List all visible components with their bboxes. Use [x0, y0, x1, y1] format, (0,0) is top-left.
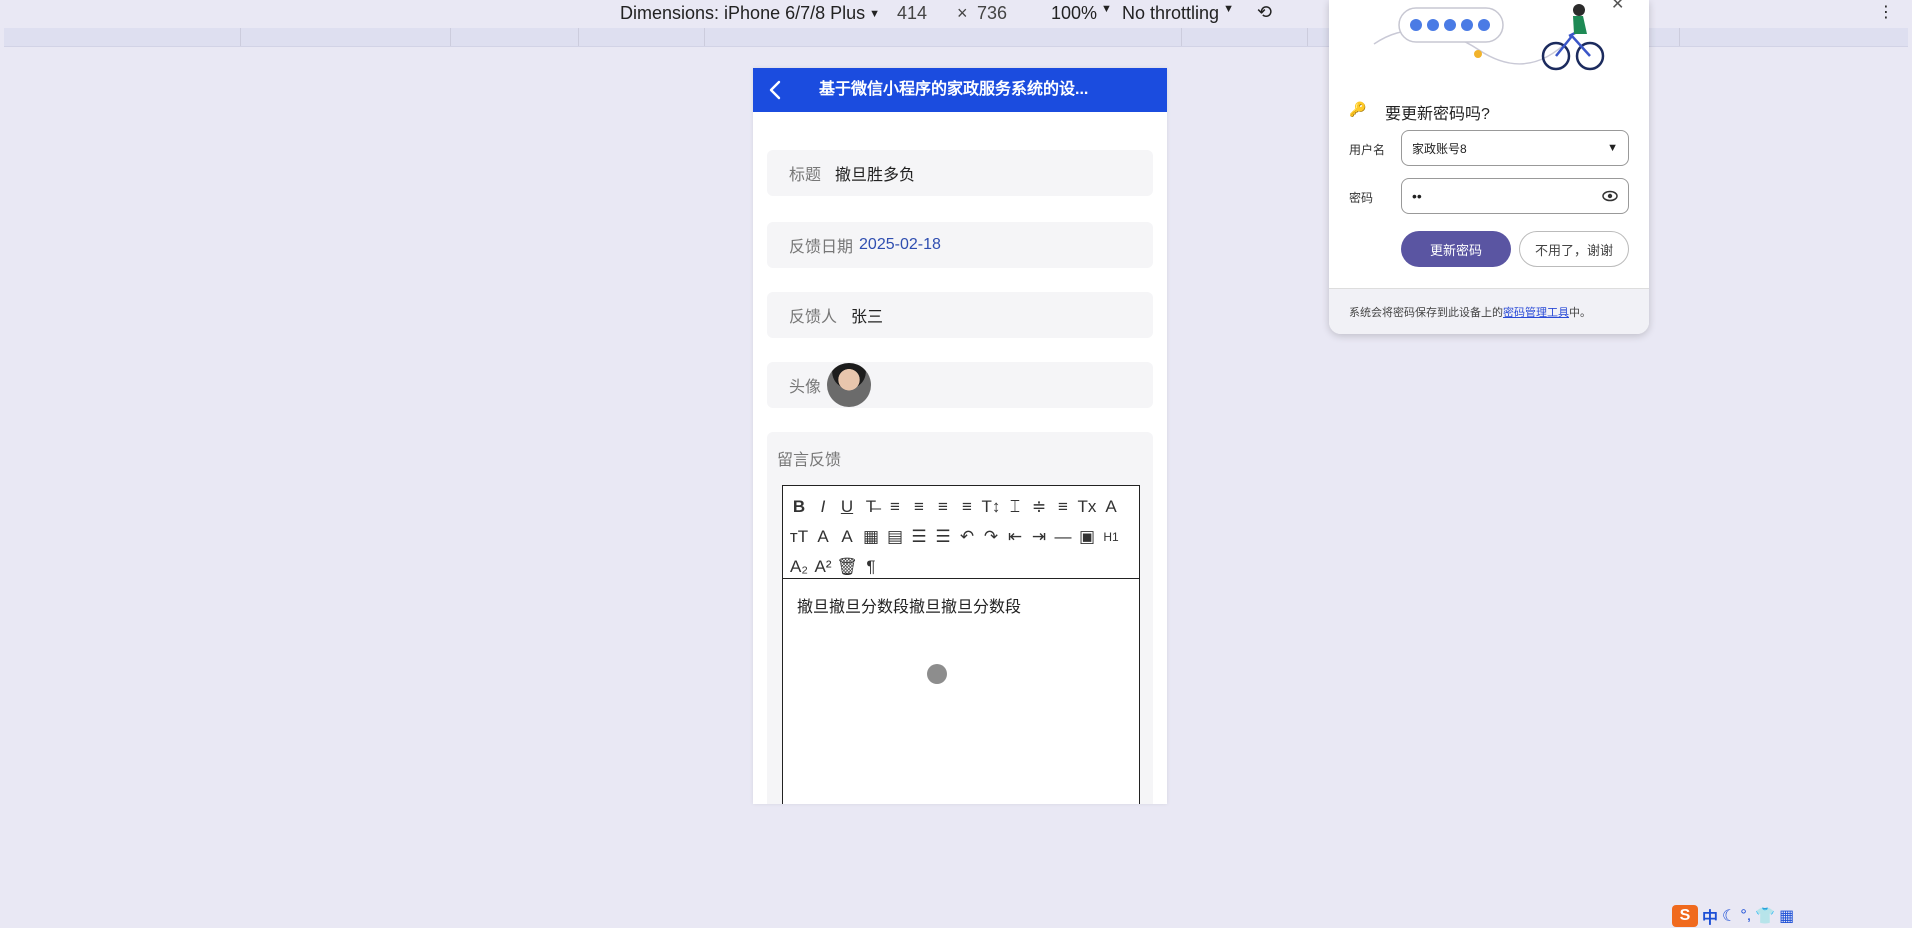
toolbar-button-icon[interactable]: ≑ [1029, 496, 1049, 518]
skin-icon[interactable]: 👕 [1755, 906, 1775, 926]
toolbar-button-icon[interactable]: A [837, 526, 857, 548]
toolbar-button-icon[interactable]: ☰ [909, 526, 929, 548]
toolbar-row-1: B I U T̶ ≡ ≡ ≡ ≡ T↕ ⌶ ≑ ≡ Tx A [789, 492, 1133, 522]
footer-prefix: 系统会将密码保存到此设备上的 [1349, 306, 1503, 319]
toolbar-button-icon[interactable]: U [837, 496, 857, 518]
person-field: 反馈人 张三 [767, 292, 1153, 338]
popup-footer: 系统会将密码保存到此设备上的 密码管理工具 中。 [1329, 288, 1649, 334]
toolbar-button-icon[interactable]: ↷ [981, 526, 1001, 548]
toolbar-button-icon[interactable]: ▤ [885, 526, 905, 548]
toolbar-button-icon[interactable]: H1 [1101, 526, 1121, 548]
toolbar-button-icon[interactable]: ⌶ [1005, 496, 1025, 518]
title-value: 撤旦胜多负 [835, 167, 916, 184]
toolbar-button-icon[interactable]: T↕ [981, 496, 1001, 518]
eye-icon[interactable] [1602, 190, 1618, 202]
close-icon[interactable]: ✕ [1611, 0, 1624, 14]
date-field: 反馈日期 2025-02-18 [767, 222, 1153, 268]
rich-text-editor[interactable]: B I U T̶ ≡ ≡ ≡ ≡ T↕ ⌶ ≑ ≡ Tx A ᴛT A A ▦ ▤ ☰ ☰ ↶ ↷ ⇤ ⇥ — ▣ H1 A₂ A² 🗑… [782, 485, 1140, 804]
toolbar-button-icon[interactable]: ▦ [861, 526, 881, 548]
avatar-field: 头像 [767, 362, 1153, 408]
toolbar-button-icon[interactable]: B [789, 496, 809, 518]
key-icon: 🔑 [1349, 101, 1367, 117]
zoom-dropdown[interactable]: 100% ▼ [1051, 3, 1112, 24]
caret-down-icon: ▼ [1223, 3, 1234, 15]
toolbar-button-icon[interactable]: — [1053, 526, 1073, 548]
toolbar-button-icon[interactable]: T̶ [861, 496, 881, 518]
moon-icon[interactable]: ☾ [1722, 906, 1736, 926]
password-update-popup: 🔑 要更新密码吗? 用户名 家政账号8 ▼ 密码 •• 更新密码 不用了，谢谢 … [1329, 0, 1649, 334]
password-manager-link[interactable]: 密码管理工具 [1503, 304, 1569, 320]
dimensions-dropdown[interactable]: Dimensions: iPhone 6/7/8 Plus ▼ [620, 3, 880, 24]
person-value: 张三 [851, 309, 884, 326]
toolbar-button-icon[interactable]: ▣ [1077, 526, 1097, 548]
toolbar-button-icon[interactable]: ☰ [933, 526, 953, 548]
caret-down-icon: ▼ [869, 7, 881, 20]
toolbar-button-icon[interactable]: A² [813, 556, 833, 578]
ime-tray: S 中 ☾ °, 👕 ▦ [1672, 904, 1794, 928]
ime-mode[interactable]: 中 [1702, 904, 1718, 928]
more-options-icon[interactable]: ⋮ [1878, 2, 1894, 22]
avatar-label: 头像 [789, 379, 822, 396]
toolbar-button-icon[interactable]: ᴛT [789, 526, 809, 548]
person-label: 反馈人 [789, 309, 838, 326]
touch-cursor [927, 664, 947, 684]
toolbar-button-icon[interactable]: ⇤ [1005, 526, 1025, 548]
toolbar-button-icon[interactable]: 🗑 [836, 556, 858, 578]
toolbar-button-icon[interactable]: ≡ [885, 496, 905, 518]
toolbar-row-3: A₂ A² 🗑 ¶ [789, 552, 1133, 582]
password-label: 密码 [1349, 191, 1374, 205]
nav-bar: 基于微信小程序的家政服务系统的设... [753, 68, 1167, 112]
toolbar-button-icon[interactable]: ≡ [1053, 496, 1073, 518]
update-password-button[interactable]: 更新密码 [1401, 231, 1511, 267]
punctuation-icon[interactable]: °, [1740, 907, 1751, 925]
rotate-icon[interactable]: ⟲ [1257, 2, 1272, 23]
username-value: 家政账号8 [1412, 141, 1467, 156]
title-label: 标题 [789, 167, 822, 184]
toolbar-button-icon[interactable]: ↶ [957, 526, 977, 548]
toolbar-row-2: ᴛT A A ▦ ▤ ☰ ☰ ↶ ↷ ⇤ ⇥ — ▣ H1 [789, 522, 1133, 552]
back-arrow-icon[interactable] [765, 76, 785, 104]
username-label: 用户名 [1349, 143, 1386, 157]
height-input[interactable]: 736 [977, 3, 1007, 24]
caret-down-icon: ▼ [1607, 142, 1618, 154]
grid-icon[interactable]: ▦ [1779, 906, 1794, 926]
date-label: 反馈日期 [789, 239, 854, 256]
zoom-label: 100% [1051, 3, 1098, 23]
toolbar-button-icon[interactable]: ¶ [861, 556, 881, 578]
width-input[interactable]: 414 [897, 3, 927, 24]
password-illustration-icon [1373, 4, 1605, 71]
toolbar-button-icon[interactable]: A₂ [789, 556, 809, 578]
toolbar-button-icon[interactable]: Tx [1077, 496, 1097, 518]
toolbar-button-icon[interactable]: ≡ [957, 496, 977, 518]
title-field: 标题 撤旦胜多负 [767, 150, 1153, 196]
toolbar-button-icon[interactable]: I [813, 496, 833, 518]
toolbar-button-icon[interactable]: A [1101, 496, 1121, 518]
date-value[interactable]: 2025-02-18 [859, 236, 941, 254]
caret-down-icon: ▼ [1101, 3, 1112, 15]
toolbar-button-icon[interactable]: ≡ [933, 496, 953, 518]
popup-heading: 要更新密码吗? [1385, 106, 1490, 123]
password-field[interactable]: •• [1401, 178, 1629, 214]
toolbar-button-icon[interactable]: A [813, 526, 833, 548]
dimensions-label: Dimensions: iPhone 6/7/8 Plus [620, 3, 866, 23]
throttling-label: No throttling [1122, 3, 1220, 23]
times-sign: × [957, 3, 968, 23]
footer-suffix: 中。 [1569, 306, 1591, 319]
ime-logo[interactable]: S [1672, 905, 1698, 927]
editor-content[interactable]: 撤旦撤旦分数段撤旦撤旦分数段 [783, 579, 1139, 631]
message-label: 留言反馈 [777, 452, 842, 469]
password-value: •• [1412, 188, 1422, 204]
decline-button[interactable]: 不用了，谢谢 [1519, 231, 1629, 267]
phone-viewport: 基于微信小程序的家政服务系统的设... 标题 撤旦胜多负 反馈日期 2025-0… [753, 68, 1167, 804]
avatar[interactable] [827, 363, 872, 407]
toolbar-button-icon[interactable]: ≡ [909, 496, 929, 518]
page-title: 基于微信小程序的家政服务系统的设... [819, 81, 1089, 98]
editor-toolbar: B I U T̶ ≡ ≡ ≡ ≡ T↕ ⌶ ≑ ≡ Tx A ᴛT A A ▦ ▤ ☰ ☰ ↶ ↷ ⇤ ⇥ — ▣ H1 A₂ A² 🗑… [783, 486, 1139, 579]
throttling-dropdown[interactable]: No throttling ▼ [1122, 3, 1234, 24]
toolbar-button-icon[interactable]: ⇥ [1029, 526, 1049, 548]
username-select[interactable]: 家政账号8 ▼ [1401, 130, 1629, 166]
